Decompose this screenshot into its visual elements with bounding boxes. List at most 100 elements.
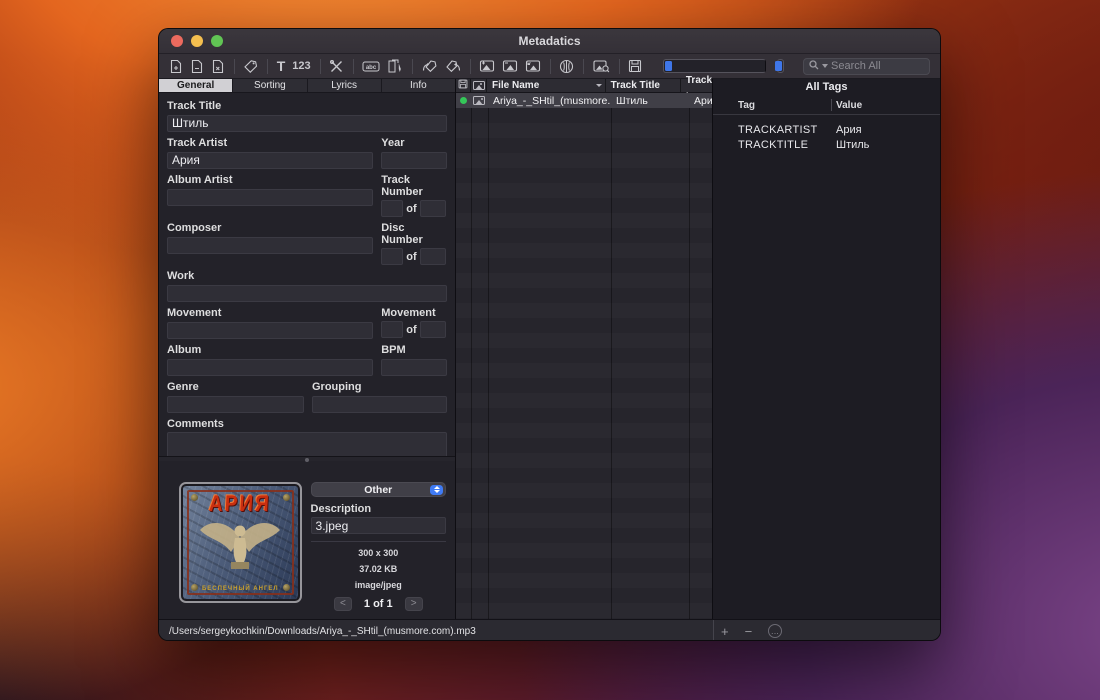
artwork-filesize: 37.02 KB: [311, 564, 446, 574]
remove-artwork-button[interactable]: [502, 57, 518, 76]
remove-file-icon: [190, 59, 204, 74]
track-number-field[interactable]: [381, 200, 403, 217]
file-list-body[interactable]: Ariya_-_SHtil_(musmore.... Штиль Ария: [456, 93, 712, 619]
save-button[interactable]: [628, 57, 642, 76]
file-row-selected[interactable]: Ariya_-_SHtil_(musmore.... Штиль Ария: [456, 93, 712, 108]
movement-number-field[interactable]: [381, 321, 403, 338]
artwork-description-field[interactable]: [311, 517, 446, 534]
artwork-column-header[interactable]: [471, 79, 487, 92]
musicbrainz-lookup-button[interactable]: [559, 57, 574, 76]
all-tags-panel: All Tags Tag Value TRACKARTIST Ария TRAC…: [713, 79, 940, 619]
movement-number-label: Movement: [381, 307, 447, 319]
search-input[interactable]: [831, 60, 924, 72]
track-artist-column-header[interactable]: Track .: [681, 79, 712, 92]
batch-edit-button[interactable]: [387, 57, 403, 76]
toggle-left-panel-button[interactable]: [663, 59, 766, 73]
remove-tag-button[interactable]: −: [745, 625, 753, 638]
add-tag-button[interactable]: +: [721, 625, 729, 638]
track-title-column-header[interactable]: Track Title: [606, 79, 681, 92]
artwork-mimetype: image/jpeg: [311, 580, 446, 590]
save-status-column-header[interactable]: [456, 79, 471, 92]
work-field[interactable]: [167, 285, 447, 302]
artwork-type-dropdown[interactable]: Other: [311, 482, 446, 497]
lookup-button[interactable]: abc: [362, 57, 380, 76]
track-total-field[interactable]: [420, 200, 446, 217]
divider: [311, 541, 446, 542]
tab-sorting[interactable]: Sorting: [233, 79, 307, 92]
tab-general[interactable]: General: [159, 79, 233, 92]
toggle-right-panel-button[interactable]: [777, 59, 784, 73]
tag-row[interactable]: TRACKTITLE Штиль: [713, 137, 940, 152]
row-track-title: Штиль: [611, 93, 689, 108]
general-form: Track Title Track Artist Year: [159, 93, 455, 456]
tools-icon: [329, 59, 344, 74]
search-artwork-button[interactable]: [593, 57, 610, 76]
all-tags-rows: TRACKARTIST Ария TRACKTITLE Штиль: [713, 115, 940, 152]
rivet-icon: [191, 494, 198, 501]
disc-total-field[interactable]: [420, 248, 446, 265]
tab-info[interactable]: Info: [382, 79, 455, 92]
splitter-handle-icon: [305, 458, 309, 462]
description-label: Description: [311, 503, 446, 515]
image-plus-icon: [479, 59, 495, 73]
value-column-label[interactable]: Value: [831, 100, 862, 111]
artwork-type-value: Other: [364, 484, 392, 496]
tag-column-label[interactable]: Tag: [713, 100, 831, 111]
artwork-page-count: 1 of 1: [364, 598, 393, 610]
close-file-icon: [211, 59, 225, 74]
tag-row[interactable]: TRACKARTIST Ария: [713, 122, 940, 137]
add-artwork-button[interactable]: [479, 57, 495, 76]
disc-number-label: Disc Number: [381, 222, 447, 246]
more-actions-button[interactable]: ...: [768, 624, 782, 638]
next-artwork-button[interactable]: >: [405, 597, 423, 611]
cover-caption-text: БЕСПЕЧНЫЙ АНГЕЛ: [183, 586, 298, 592]
prev-artwork-button[interactable]: <: [334, 597, 352, 611]
album-art-image: АРИЯ БЕСПЕЧНЫЙ АНГЕЛ: [183, 486, 298, 599]
bpm-field[interactable]: [381, 359, 447, 376]
add-file-icon: [169, 59, 183, 74]
movement-total-field[interactable]: [420, 321, 446, 338]
metadatics-window: Metadatics T 123 abc: [158, 28, 941, 641]
album-art-frame[interactable]: АРИЯ БЕСПЕЧНЫЙ АНГЕЛ: [179, 482, 302, 603]
album-field[interactable]: [167, 359, 373, 376]
search-icon: [809, 57, 819, 75]
track-title-field[interactable]: [167, 115, 447, 132]
grouping-label: Grouping: [312, 381, 447, 393]
tag-from-filename-button[interactable]: [422, 57, 438, 76]
file-name-column-label: File Name: [492, 80, 539, 91]
renumber-button[interactable]: 123: [292, 57, 310, 76]
composer-field[interactable]: [167, 237, 373, 254]
bpm-label: BPM: [381, 344, 447, 356]
track-number-of-label: of: [406, 203, 416, 215]
export-artwork-button[interactable]: [525, 57, 541, 76]
floppy-column-icon: [458, 79, 468, 92]
search-scope-chevron-icon: [822, 64, 828, 68]
track-artist-field[interactable]: [167, 152, 373, 169]
search-field[interactable]: [803, 58, 930, 75]
tag-button[interactable]: [243, 57, 258, 76]
column-divider: [471, 93, 472, 619]
tab-lyrics[interactable]: Lyrics: [308, 79, 382, 92]
close-file-button[interactable]: [211, 57, 225, 76]
disc-number-field[interactable]: [381, 248, 403, 265]
panel-splitter[interactable]: [159, 456, 455, 461]
rivet-icon: [191, 584, 198, 591]
column-divider: [488, 93, 489, 619]
column-divider: [611, 93, 612, 619]
tools-button[interactable]: [329, 57, 344, 76]
genre-label: Genre: [167, 381, 304, 393]
text-case-button[interactable]: T: [277, 57, 286, 76]
file-name-column-header[interactable]: File Name: [487, 79, 606, 92]
year-label: Year: [381, 137, 447, 149]
add-file-button[interactable]: [169, 57, 183, 76]
grouping-field[interactable]: [312, 396, 447, 413]
artwork-section: АРИЯ БЕСПЕЧНЫЙ АНГЕЛ: [159, 461, 455, 619]
comments-field[interactable]: [167, 432, 447, 456]
movement-field[interactable]: [167, 322, 373, 339]
title-bar[interactable]: Metadatics: [159, 29, 940, 54]
year-field[interactable]: [381, 152, 447, 169]
genre-field[interactable]: [167, 396, 304, 413]
album-artist-field[interactable]: [167, 189, 373, 206]
filename-from-tag-button[interactable]: [445, 57, 461, 76]
remove-file-button[interactable]: [190, 57, 204, 76]
